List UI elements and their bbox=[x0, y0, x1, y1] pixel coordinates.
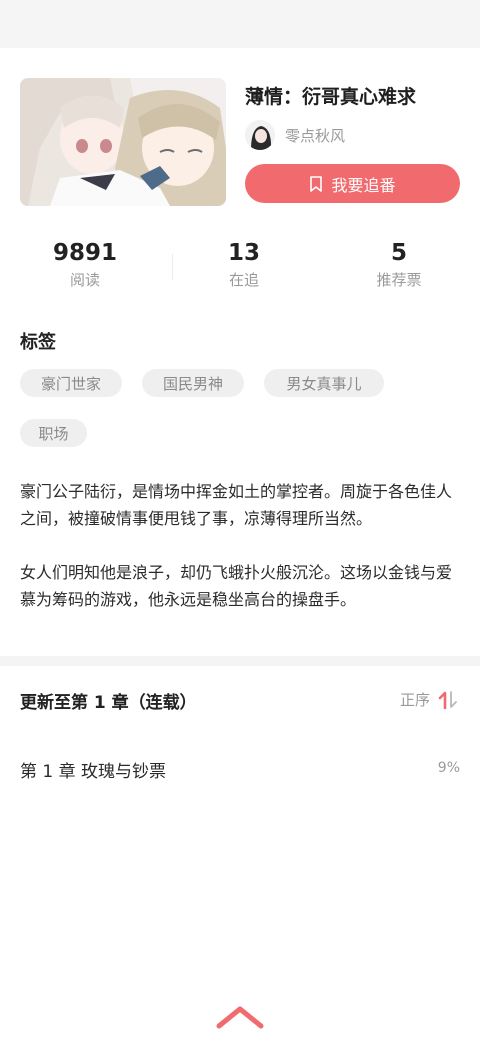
bookmark-icon bbox=[309, 175, 323, 192]
sort-label: 正序 bbox=[399, 691, 430, 709]
tag-chip[interactable]: 男女真事儿 bbox=[264, 369, 384, 397]
book-cover-image bbox=[20, 78, 226, 206]
sort-toggle[interactable]: 正序 bbox=[400, 689, 458, 710]
follow-button-label: 我要追番 bbox=[331, 175, 396, 195]
author-avatar bbox=[245, 120, 275, 150]
section-divider bbox=[0, 656, 480, 666]
book-title: 薄情：衍哥真心难求 bbox=[245, 86, 417, 108]
description-paragraph: 豪门公子陆衍，是情场中挥金如土的掌控者。周旋于各色佳人之间，被撞破情事便甩钱了事… bbox=[20, 482, 453, 528]
chapter-list-heading: 更新至第 1 章（连载） bbox=[20, 693, 197, 713]
chapter-title: 第 1 章 玫瑰与钞票 bbox=[20, 762, 167, 782]
chapter-progress: 9% bbox=[437, 760, 460, 776]
stat-following: 13 在追 bbox=[164, 238, 324, 290]
stat-votes-value: 5 bbox=[390, 240, 407, 266]
stat-votes-label: 推荐票 bbox=[376, 271, 422, 289]
stat-following-label: 在追 bbox=[228, 271, 259, 289]
stat-reads-label: 阅读 bbox=[69, 271, 100, 289]
stats-row: 9891 阅读 13 在追 5 推荐票 bbox=[0, 238, 480, 298]
sort-order-icon bbox=[438, 690, 458, 709]
chapter-list-item[interactable]: 第 1 章 玫瑰与钞票 9% bbox=[20, 755, 460, 785]
follow-button[interactable]: 我要追番 bbox=[245, 164, 460, 203]
tag-chip[interactable]: 国民男神 bbox=[142, 369, 244, 397]
book-description: 豪门公子陆衍，是情场中挥金如土的掌控者。周旋于各色佳人之间，被撞破情事便甩钱了事… bbox=[20, 478, 460, 640]
tag-chip[interactable]: 职场 bbox=[20, 419, 87, 447]
description-paragraph: 女人们明知他是浪子，却仍飞蛾扑火般沉沦。这场以金钱与爱慕为筹码的游戏，他永远是稳… bbox=[20, 563, 453, 609]
tag-chip[interactable]: 豪门世家 bbox=[20, 369, 122, 397]
stat-following-value: 13 bbox=[227, 240, 260, 266]
stat-votes: 5 推荐票 bbox=[319, 238, 479, 290]
tags-heading: 标签 bbox=[20, 332, 56, 353]
scroll-to-top-button[interactable] bbox=[214, 1002, 266, 1032]
stat-reads-value: 9891 bbox=[52, 240, 117, 266]
author-info[interactable]: 零点秋风 bbox=[245, 120, 345, 150]
author-name: 零点秋风 bbox=[285, 126, 346, 145]
chevron-up-icon bbox=[214, 1006, 266, 1036]
book-header: 薄情：衍哥真心难求 零点秋风 我要追番 bbox=[20, 78, 460, 206]
stat-reads: 9891 阅读 bbox=[5, 238, 165, 290]
top-bar bbox=[0, 0, 480, 48]
stats-divider bbox=[172, 254, 173, 280]
